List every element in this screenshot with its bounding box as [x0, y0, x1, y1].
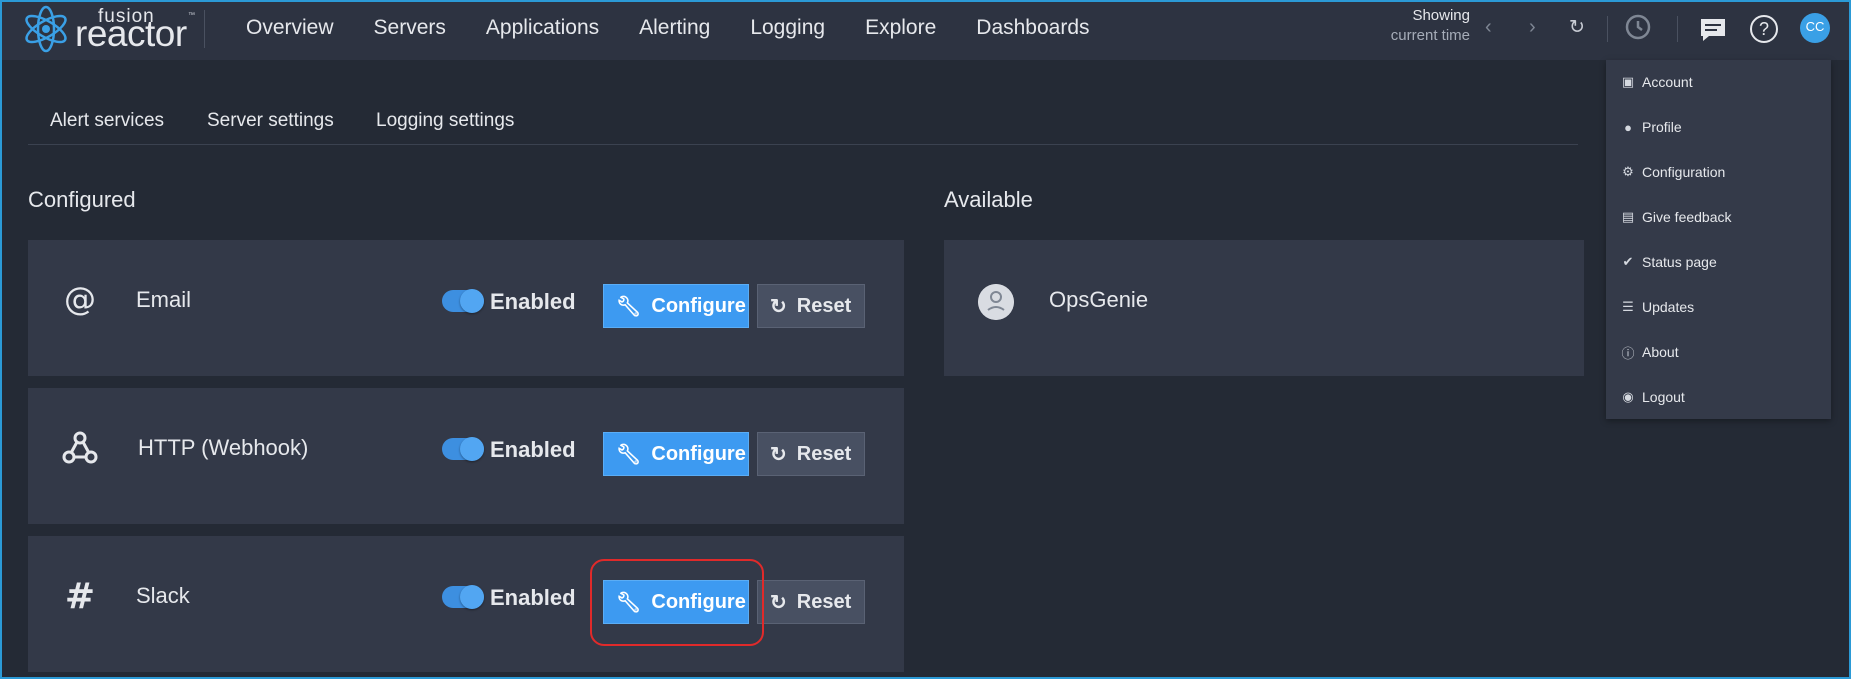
nav-servers[interactable]: Servers	[374, 16, 446, 40]
clock-icon[interactable]	[1625, 14, 1651, 40]
settings-tabs: Alert services Server settings Logging s…	[28, 100, 1578, 145]
list-icon: ☰	[1622, 299, 1634, 314]
time-range-display[interactable]: Showing current time	[1370, 7, 1470, 44]
reset-label: Reset	[796, 442, 852, 465]
menu-item-label: Status page	[1642, 254, 1717, 270]
service-card-opsgenie[interactable]: OpsGenie	[944, 240, 1584, 376]
gear-icon: ⚙	[1622, 164, 1634, 179]
top-bar: fusion reactor ™ Overview Servers Applic…	[2, 2, 1849, 60]
webhook-icon	[62, 431, 98, 464]
toggle-knob	[460, 585, 484, 609]
reset-icon: ↻	[770, 591, 787, 614]
opsgenie-icon	[978, 284, 1014, 320]
highlight-outline	[590, 559, 764, 646]
configured-heading: Configured	[28, 187, 136, 212]
reset-icon: ↻	[770, 295, 787, 318]
menu-item-give-feedback[interactable]: ▤ Give feedback	[1622, 209, 1732, 225]
nav-overview[interactable]: Overview	[246, 16, 334, 40]
menu-item-status-page[interactable]: ✔ Status page	[1623, 254, 1717, 270]
user-avatar[interactable]: CC	[1800, 13, 1830, 43]
user-menu: ▣ Account ● Profile ⚙ Configuration ▤ Give f…	[1606, 60, 1831, 419]
toolbar-divider	[1607, 16, 1608, 42]
svg-text:@: @	[64, 280, 96, 318]
reset-icon: ↻	[770, 443, 787, 466]
tab-logging-settings[interactable]: Logging settings	[376, 110, 514, 132]
enabled-toggle[interactable]	[442, 437, 484, 461]
service-card-slack: # Slack Enabled 🔧︎ Configure ↻ Reset	[28, 536, 904, 672]
service-name: Email	[136, 287, 192, 312]
menu-item-configuration[interactable]: ⚙ Configuration	[1622, 164, 1726, 180]
service-name: HTTP (Webhook)	[138, 435, 309, 460]
logo-trademark: ™	[188, 12, 195, 19]
nav-logging[interactable]: Logging	[750, 16, 825, 40]
menu-item-logout[interactable]: ◉ Logout	[1622, 389, 1685, 405]
service-name: Slack	[136, 583, 190, 608]
svg-text:?: ?	[1759, 19, 1769, 39]
comment-icon: ▤	[1621, 209, 1635, 224]
tab-alert-services[interactable]: Alert services	[50, 110, 164, 132]
check-icon: ✔	[1622, 254, 1634, 269]
enabled-label: Enabled	[490, 437, 576, 462]
showing-value: current time	[1390, 27, 1470, 44]
menu-item-label: Give feedback	[1642, 209, 1732, 225]
reset-button[interactable]: ↻ Reset	[757, 284, 865, 328]
toggle-knob	[460, 289, 484, 313]
enabled-label: Enabled	[490, 585, 576, 610]
showing-label: Showing	[1412, 7, 1470, 24]
menu-item-label: About	[1642, 344, 1679, 360]
svg-text:#: #	[65, 576, 95, 616]
nav-alerting[interactable]: Alerting	[639, 16, 710, 40]
wrench-icon: 🔧︎	[616, 295, 642, 318]
wrench-icon: 🔧︎	[616, 443, 642, 466]
nav-applications[interactable]: Applications	[486, 16, 599, 40]
logo-large-text: reactor	[75, 13, 187, 54]
toggle-knob	[460, 437, 484, 461]
user-icon: ●	[1624, 119, 1632, 135]
configure-label: Configure	[651, 294, 746, 317]
toolbar-divider	[1677, 16, 1678, 42]
logo-divider	[204, 10, 205, 48]
menu-item-label: Configuration	[1642, 164, 1726, 180]
enabled-label: Enabled	[490, 289, 576, 314]
help-icon[interactable]: ?	[1749, 14, 1779, 44]
logout-icon: ◉	[1622, 389, 1634, 404]
fusionreactor-logo[interactable]: fusion reactor ™	[20, 4, 200, 54]
enabled-toggle[interactable]	[442, 289, 484, 313]
tab-server-settings[interactable]: Server settings	[207, 110, 334, 132]
atom-icon	[25, 5, 67, 53]
cube-icon: ▣	[1621, 74, 1635, 89]
service-name: OpsGenie	[1049, 287, 1149, 312]
main-nav: Overview Servers Applications Alerting L…	[246, 2, 1130, 54]
menu-item-label: Profile	[1642, 119, 1682, 135]
menu-item-label: Account	[1642, 74, 1693, 90]
chat-icon[interactable]	[1699, 17, 1727, 43]
reset-button[interactable]: ↻ Reset	[757, 432, 865, 476]
menu-item-account[interactable]: ▣ Account	[1622, 74, 1693, 90]
reset-label: Reset	[796, 294, 852, 317]
reset-button[interactable]: ↻ Reset	[757, 580, 865, 624]
menu-item-label: Logout	[1642, 389, 1685, 405]
enabled-toggle[interactable]	[442, 585, 484, 609]
service-card-email: @ Email Enabled 🔧︎ Configure ↻ Reset	[28, 240, 904, 376]
menu-item-updates[interactable]: ☰ Updates	[1622, 299, 1695, 315]
configure-button[interactable]: 🔧︎ Configure	[603, 432, 749, 476]
chevron-right-icon[interactable]: ›	[1529, 16, 1536, 39]
chevron-left-icon[interactable]: ‹	[1485, 16, 1492, 39]
refresh-icon[interactable]: ↻	[1569, 16, 1585, 39]
menu-item-profile[interactable]: ● Profile	[1624, 119, 1682, 135]
nav-explore[interactable]: Explore	[865, 16, 936, 40]
menu-item-about[interactable]: ⓘ About	[1621, 344, 1679, 361]
at-icon: @	[64, 280, 96, 318]
menu-item-label: Updates	[1642, 299, 1695, 315]
reset-label: Reset	[796, 590, 852, 613]
question-icon: ⓘ	[1621, 345, 1635, 361]
nav-dashboards[interactable]: Dashboards	[976, 16, 1089, 40]
slack-icon: #	[65, 576, 95, 616]
configure-button[interactable]: 🔧︎ Configure	[603, 284, 749, 328]
available-heading: Available	[944, 187, 1033, 212]
service-card-webhook: HTTP (Webhook) Enabled 🔧︎ Configure ↻ Rese…	[28, 388, 904, 524]
configure-label: Configure	[651, 442, 746, 465]
